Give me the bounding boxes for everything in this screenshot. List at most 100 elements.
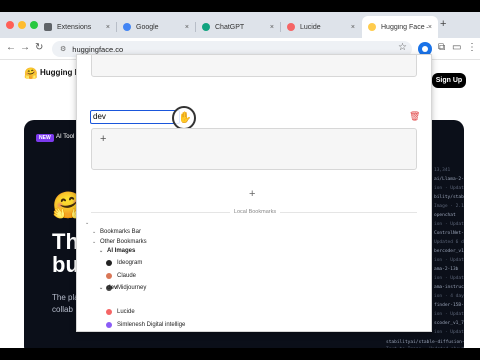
hero-subtitle-line: collab (52, 305, 73, 314)
hero-subtitle-line: The pla (52, 293, 79, 302)
model-list-line[interactable]: stabilityai/stable-diffusion-2 (386, 340, 464, 345)
favicon-icon (106, 272, 112, 279)
back-icon[interactable]: ← (6, 42, 16, 53)
hero-title-line: bu (52, 252, 79, 277)
model-list-line: ion · Updated (434, 312, 464, 317)
bookmark-label: dev (107, 285, 118, 292)
chatgpt-icon (202, 23, 210, 31)
bookmark-label: Ideogram (117, 260, 143, 267)
bookmark-folder-row[interactable]: ⌄ Other Bookmarks (92, 239, 147, 245)
tab-label: Google (136, 23, 159, 31)
chevron-down-icon[interactable]: ⌄ (92, 229, 100, 235)
model-list-line[interactable]: scoder_v1_7 (434, 321, 464, 326)
sign-up-button[interactable]: Sign Up (432, 73, 466, 88)
bookmark-star-icon[interactable]: ☆ (398, 42, 407, 53)
bookmark-label: Simlenesh Digital intellige (117, 321, 186, 328)
site-settings-icon[interactable]: ⚙ (60, 45, 66, 53)
add-bookmark-to-folder-button[interactable]: + (100, 133, 106, 145)
tab-lucide[interactable]: Lucide × (281, 16, 361, 38)
video-frame: Extensions × Google × ChatGPT × Lucide × (0, 0, 480, 360)
bookmark-folder-row[interactable]: ⌄ AI Images (99, 248, 135, 254)
model-list-line: Text-to-Image · Updated about 17 hours a… (386, 347, 464, 348)
model-list-line: ion · Updated (434, 222, 464, 227)
model-list-line: Updated 6 days (434, 240, 464, 245)
bookmark-manager-popup: dev ✋ 🗑 + + Local Bookmarks ⌄ ⌄ Bookmarks … (76, 54, 432, 332)
model-list-line: 13,341 (434, 168, 451, 173)
tab-label: Lucide (300, 23, 321, 31)
browser-window: Extensions × Google × ChatGPT × Lucide × (0, 12, 480, 348)
model-list-line[interactable]: ama-2-13b (434, 267, 458, 272)
tab-strip: Extensions × Google × ChatGPT × Lucide × (0, 12, 480, 38)
trash-icon[interactable]: 🗑 (409, 111, 420, 122)
local-bookmarks-label: Local Bookmarks (229, 209, 281, 215)
chevron-down-icon[interactable]: ⌄ (92, 239, 100, 245)
hero-title: Th bu (52, 230, 79, 276)
bookmark-label: Bookmarks Bar (100, 229, 142, 236)
local-bookmarks-heading: Local Bookmarks (77, 209, 431, 215)
forward-icon[interactable]: → (20, 42, 30, 53)
bookmark-item-row[interactable]: Ideogram (106, 260, 143, 267)
close-icon[interactable]: × (270, 24, 274, 31)
tab-label: Hugging Face – Th (381, 23, 428, 31)
side-panel-icon[interactable]: ▭ (452, 42, 461, 53)
lucide-icon (287, 23, 295, 31)
bookmark-folder-row[interactable]: ⌄ (85, 220, 93, 226)
folder-card (91, 55, 417, 77)
hugging-face-logo[interactable]: 🤗 (24, 67, 38, 80)
bookmark-label: Other Bookmarks (100, 238, 147, 245)
favicon-icon (106, 309, 112, 316)
bookmark-item-row[interactable]: Simlenesh Digital intellige (106, 321, 186, 328)
model-list-line[interactable]: bility/stable-di (434, 195, 464, 200)
tab-hugging-face[interactable]: Hugging Face – Th × (362, 16, 438, 38)
bookmark-label: Midjourney (117, 284, 147, 291)
model-list-line[interactable]: ama-instruct (434, 285, 464, 290)
tab-label: Extensions (57, 23, 92, 31)
hero-title-line: Th (52, 229, 79, 254)
close-icon[interactable]: × (185, 24, 189, 31)
announcement-text[interactable]: AI Tool (56, 134, 74, 140)
folder-name-input[interactable]: dev (90, 110, 180, 124)
puzzle-icon (44, 23, 52, 31)
add-folder-button[interactable]: + (249, 188, 255, 200)
tab-google[interactable]: Google × (117, 16, 195, 38)
google-icon (123, 23, 131, 31)
folder-dropzone[interactable] (91, 128, 417, 170)
model-list-line[interactable]: ai/Llama-2-7 (434, 177, 464, 182)
new-tab-button[interactable]: + (440, 18, 446, 30)
maximize-window-button[interactable] (30, 21, 38, 29)
favicon-icon (106, 321, 112, 328)
close-window-button[interactable] (6, 21, 14, 29)
model-list-line: ion · Updated 2 (434, 186, 464, 191)
menu-icon[interactable]: ⋮ (467, 42, 477, 53)
bookmark-label: Lucide (117, 309, 135, 316)
model-list-line[interactable]: bercoder_v1_ (434, 249, 464, 254)
model-list-line[interactable]: ControlNet-v (434, 231, 464, 236)
chevron-down-icon[interactable]: ⌄ (99, 285, 107, 291)
bookmark-item-row[interactable]: Claude (106, 272, 137, 279)
minimize-window-button[interactable] (18, 21, 26, 29)
model-list-line: ion · Updated 27 days ago (434, 330, 464, 335)
tab-chatgpt[interactable]: ChatGPT × (196, 16, 280, 38)
reload-icon[interactable]: ↻ (35, 42, 43, 53)
model-list-line[interactable]: finder-15B-v (434, 303, 464, 308)
model-list-line[interactable]: openchat (434, 213, 456, 218)
close-icon[interactable]: × (428, 24, 432, 31)
tab-extensions[interactable]: Extensions × (38, 16, 116, 38)
favicon-icon (106, 260, 112, 267)
model-list-line: ion · Updated (434, 258, 464, 263)
hero-subtitle: The pla collab (52, 292, 79, 316)
chevron-down-icon[interactable]: ⌄ (85, 220, 93, 226)
chevron-down-icon[interactable]: ⌄ (99, 248, 107, 254)
model-list-line: ion · 4 days ago (434, 294, 464, 299)
close-icon[interactable]: × (106, 24, 110, 31)
extensions-puzzle-icon[interactable]: ⧉ (438, 42, 445, 53)
model-list-line: ion · Updated (434, 276, 464, 281)
bookmark-folder-row[interactable]: ⌄ Bookmarks Bar (92, 229, 141, 235)
bookmark-label: AI Images (107, 247, 136, 254)
model-list-line: Image · 2.1k (434, 204, 464, 209)
close-icon[interactable]: × (351, 24, 355, 31)
bookmark-label: Claude (117, 272, 137, 279)
bookmark-item-row[interactable]: Lucide (106, 309, 135, 316)
bookmark-folder-row[interactable]: ⌄ dev (99, 285, 117, 291)
url-text: huggingface.co (72, 44, 124, 54)
